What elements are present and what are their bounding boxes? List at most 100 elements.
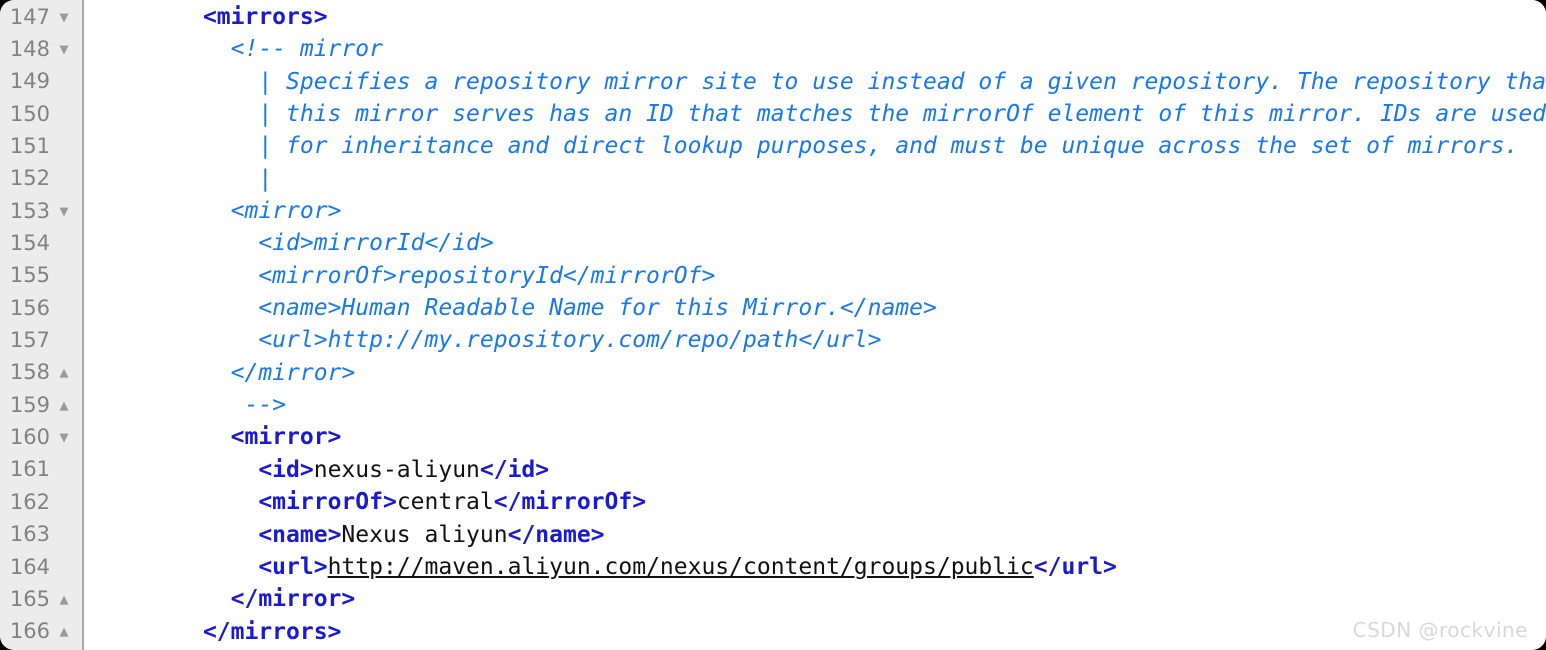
code-line[interactable]: -->: [84, 389, 1546, 421]
line-number-gutter[interactable]: 147 ▼ 148 ▼ 149 150 151 152 153 ▼ 154 155 156 157 158 ▲…: [0, 0, 84, 650]
gutter-row[interactable]: 165 ▲: [0, 583, 82, 615]
code-line[interactable]: <id>nexus-aliyun</id>: [84, 454, 1546, 486]
gutter-row[interactable]: 161: [0, 454, 82, 486]
code-line[interactable]: <mirrorOf>central</mirrorOf>: [84, 486, 1546, 518]
gutter-row[interactable]: 150: [0, 98, 82, 130]
xml-tag: </mirror>: [230, 586, 356, 613]
fold-expand-icon[interactable]: ▲: [53, 397, 75, 413]
gutter-row[interactable]: 158 ▲: [0, 357, 82, 389]
line-number: 155: [9, 263, 50, 288]
xml-comment-text: -->: [244, 392, 287, 419]
line-number: 153: [9, 198, 50, 223]
gutter-row[interactable]: 166 ▲: [0, 616, 82, 648]
line-number: 166: [9, 619, 50, 644]
gutter-row[interactable]: 149: [0, 66, 82, 98]
line-number: 150: [9, 101, 50, 126]
gutter-row[interactable]: 160 ▼: [0, 421, 82, 453]
fold-expand-icon[interactable]: ▲: [53, 624, 75, 639]
code-line[interactable]: <mirrorOf>repositoryId</mirrorOf>: [84, 260, 1546, 292]
xml-tag: </mirrors>: [202, 618, 342, 645]
gutter-row[interactable]: 162: [0, 486, 82, 518]
line-number: 164: [9, 554, 50, 579]
gutter-row[interactable]: 155: [0, 260, 82, 292]
fold-collapse-icon[interactable]: ▼: [53, 42, 75, 57]
gutter-row[interactable]: 148 ▼: [0, 33, 82, 65]
code-line[interactable]: </mirror>: [84, 357, 1546, 389]
line-number: 154: [9, 231, 50, 256]
xml-comment-text: </mirror>: [230, 359, 356, 386]
xml-tag: </name>: [507, 521, 605, 548]
fold-expand-icon[interactable]: ▲: [53, 591, 75, 607]
line-number: 157: [9, 328, 50, 353]
fold-expand-icon[interactable]: ▲: [53, 365, 75, 380]
gutter-row[interactable]: 157: [0, 324, 82, 356]
xml-comment-text: | for inheritance and direct lookup purp…: [258, 133, 1519, 160]
fold-collapse-icon[interactable]: ▼: [53, 430, 75, 445]
xml-tag: <mirror>: [230, 424, 342, 451]
line-number: 163: [9, 522, 50, 547]
gutter-row[interactable]: 154: [0, 227, 82, 259]
xml-tag: <url>: [258, 553, 328, 580]
xml-tag: </url>: [1033, 553, 1117, 580]
gutter-row[interactable]: 153 ▼: [0, 195, 82, 227]
code-line[interactable]: <!-- mirror: [84, 33, 1546, 65]
line-number: 149: [9, 69, 50, 94]
code-line[interactable]: <name>Human Readable Name for this Mirro…: [84, 292, 1546, 324]
gutter-row[interactable]: 163: [0, 519, 82, 551]
code-line[interactable]: |: [84, 163, 1546, 195]
line-number: 158: [9, 360, 50, 385]
xml-url-value: http://maven.aliyun.com/nexus/content/gr…: [327, 553, 1034, 580]
line-number: 161: [9, 457, 50, 482]
code-content-area[interactable]: <mirrors> <!-- mirror | Specifies a repo…: [84, 0, 1546, 650]
fold-collapse-icon[interactable]: ▼: [53, 9, 75, 25]
gutter-row[interactable]: 164: [0, 551, 82, 583]
gutter-row[interactable]: 152: [0, 163, 82, 195]
code-line[interactable]: <mirrors>: [84, 1, 1546, 33]
code-line[interactable]: <mirror>: [84, 195, 1546, 227]
code-line[interactable]: | Specifies a repository mirror site to …: [84, 66, 1546, 98]
xml-tag: <mirrors>: [202, 4, 328, 30]
line-number: 156: [9, 295, 50, 320]
xml-comment-text: <name>Human Readable Name for this Mirro…: [258, 295, 937, 322]
gutter-row[interactable]: 156: [0, 292, 82, 324]
gutter-row[interactable]: 159 ▲: [0, 389, 82, 421]
xml-comment-text: | Specifies a repository mirror site to …: [258, 68, 1546, 95]
line-number: 165: [9, 586, 50, 611]
code-line[interactable]: <url>http://maven.aliyun.com/nexus/conte…: [84, 551, 1546, 583]
code-line[interactable]: <id>mirrorId</id>: [84, 227, 1546, 259]
line-number: 160: [9, 425, 50, 450]
xml-text-value: nexus-aliyun: [313, 456, 480, 483]
xml-tag: <id>: [258, 456, 314, 483]
code-line[interactable]: | for inheritance and direct lookup purp…: [84, 130, 1546, 162]
xml-comment-text: <mirrorOf>repositoryId</mirrorOf>: [258, 262, 716, 289]
fold-collapse-icon[interactable]: ▼: [53, 203, 75, 219]
xml-comment-text: <!-- mirror: [230, 36, 383, 63]
line-number: 147: [9, 4, 50, 29]
code-line[interactable]: <url>http://my.repository.com/repo/path<…: [84, 324, 1546, 356]
gutter-row[interactable]: 151: [0, 130, 82, 162]
gutter-row[interactable]: 147 ▼: [0, 1, 82, 33]
code-line[interactable]: <name>Nexus aliyun</name>: [84, 519, 1546, 551]
xml-comment-text: </url>: [798, 327, 882, 354]
line-number: 159: [9, 392, 50, 417]
code-line[interactable]: | this mirror serves has an ID that matc…: [84, 98, 1546, 130]
xml-tag: </mirrorOf>: [493, 489, 647, 516]
code-editor: 147 ▼ 148 ▼ 149 150 151 152 153 ▼ 154 155 156 157 158 ▲…: [0, 0, 1546, 650]
xml-comment-text: <id>mirrorId</id>: [258, 230, 494, 257]
code-line[interactable]: </mirrors>: [84, 616, 1546, 648]
code-line[interactable]: </mirror>: [84, 583, 1546, 615]
code-line[interactable]: <mirror>: [84, 421, 1546, 453]
